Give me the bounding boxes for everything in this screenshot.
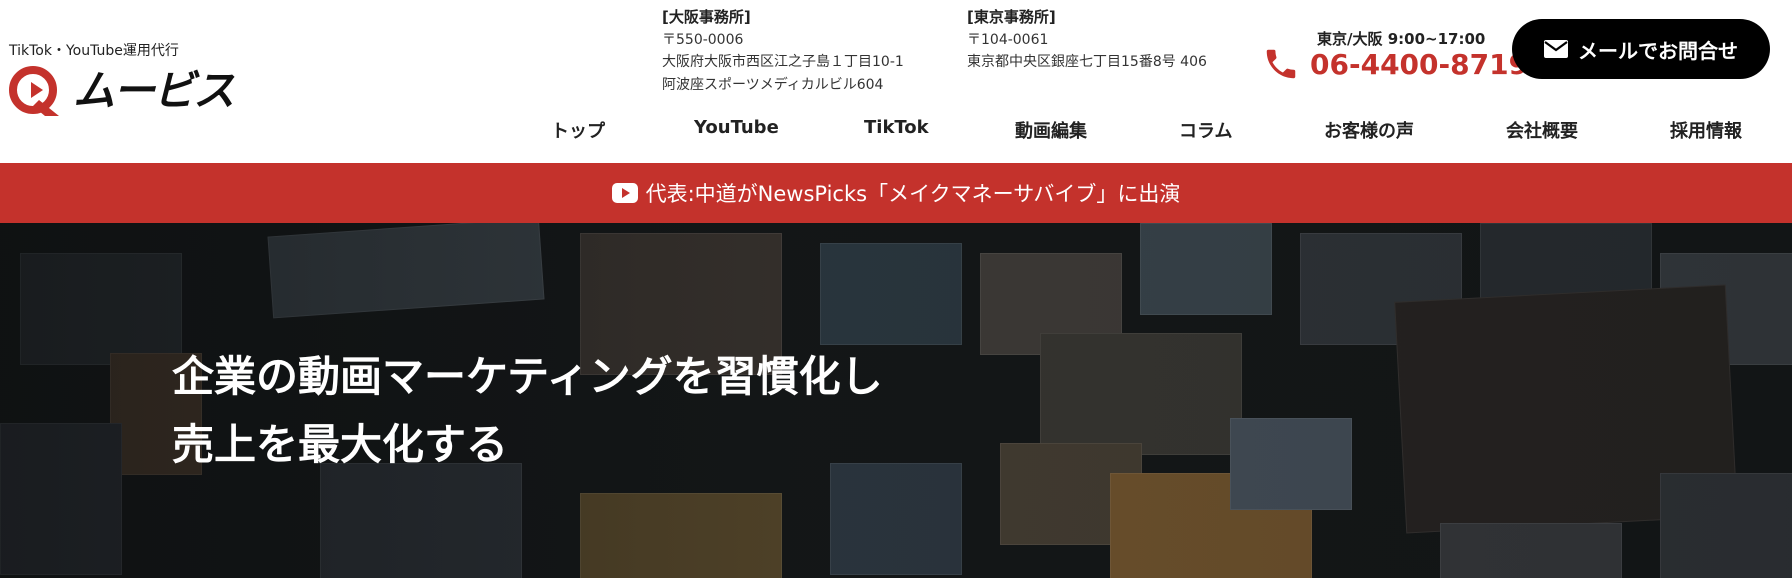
news-banner[interactable]: 代表:中道がNewsPicks「メイクマネーサバイブ」に出演: [0, 163, 1792, 223]
phone-number[interactable]: 06-4400-8719: [1310, 48, 1528, 81]
mail-button-label: メールでお問合せ: [1578, 38, 1738, 63]
tagline: TikTok・YouTube運用代行: [9, 43, 179, 59]
site-header: TikTok・YouTube運用代行 ムービス [大阪事務所] 〒550-000…: [0, 0, 1792, 163]
nav-item-youtube[interactable]: YouTube: [694, 117, 779, 138]
hero-headline-line2: 売上を最大化する: [172, 420, 509, 469]
office-osaka-zip: 〒550-0006: [662, 31, 744, 48]
mail-inquiry-button[interactable]: メールでお問合せ: [1512, 19, 1770, 79]
hero-headline: 企業の動画マーケティングを習慣化し 売上を最大化する: [172, 343, 883, 479]
phone-icon: [1266, 49, 1296, 79]
brand[interactable]: TikTok・YouTube運用代行 ムービス: [9, 40, 235, 118]
nav-item-tiktok[interactable]: TikTok: [864, 117, 929, 138]
nav-item-recruit[interactable]: 採用情報: [1670, 117, 1742, 143]
mail-icon: [1544, 40, 1568, 58]
office-osaka: [大阪事務所] 〒550-0006 大阪府大阪市西区江之子島１丁目10-1 阿波…: [662, 6, 904, 96]
office-osaka-title: [大阪事務所]: [662, 8, 751, 26]
hero-section: 企業の動画マーケティングを習慣化し 売上を最大化する: [0, 223, 1792, 578]
office-tokyo-zip: 〒104-0061: [967, 31, 1049, 48]
office-osaka-address1: 大阪府大阪市西区江之子島１丁目10-1: [662, 54, 904, 70]
logo[interactable]: ムービス: [9, 64, 235, 118]
nav-item-video-editing[interactable]: 動画編集: [1015, 117, 1087, 143]
nav-item-column[interactable]: コラム: [1179, 117, 1232, 143]
main-nav: トップ YouTube TikTok 動画編集 コラム お客様の声 会社概要 採…: [0, 117, 1792, 143]
nav-item-testimonials[interactable]: お客様の声: [1324, 117, 1414, 143]
business-hours: 東京/大阪 9:00~17:00: [1317, 30, 1486, 48]
nav-item-top[interactable]: トップ: [551, 117, 605, 143]
logo-text: ムービス: [73, 66, 235, 115]
office-tokyo-address1: 東京都中央区銀座七丁目15番8号 406: [967, 54, 1207, 70]
office-tokyo-title: [東京事務所]: [967, 8, 1056, 26]
office-tokyo: [東京事務所] 〒104-0061 東京都中央区銀座七丁目15番8号 406: [967, 6, 1207, 74]
hero-headline-line1: 企業の動画マーケティングを習慣化し: [172, 352, 883, 401]
nav-item-company[interactable]: 会社概要: [1506, 117, 1578, 143]
youtube-icon: [611, 183, 638, 203]
banner-text: 代表:中道がNewsPicks「メイクマネーサバイブ」に出演: [645, 182, 1181, 206]
office-osaka-address2: 阿波座スポーツメディカルビル604: [662, 76, 884, 93]
play-q-logo-icon: [9, 66, 59, 116]
